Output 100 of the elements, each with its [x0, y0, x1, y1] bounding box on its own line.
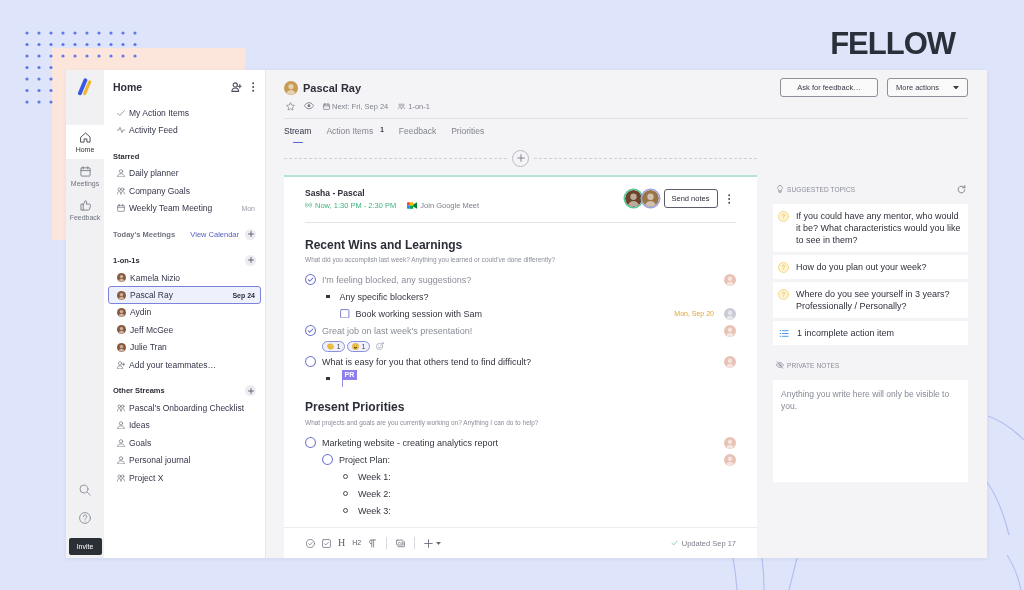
topic-checkbox[interactable]: [322, 454, 333, 465]
avatar-icon: [724, 273, 736, 286]
note-text: I'm feeling blocked, any suggestions?: [322, 274, 472, 285]
note-text: Week 2:: [358, 488, 391, 499]
sidebar-item[interactable]: Project X: [108, 468, 261, 487]
check-circle-icon[interactable]: [306, 538, 315, 548]
action-checkbox[interactable]: [340, 308, 350, 319]
kebab-menu-icon[interactable]: [251, 82, 254, 92]
sidebar-item[interactable]: Julie Tran: [108, 338, 261, 356]
person-name: Pascal Ray: [303, 81, 362, 94]
avatar-icon: [117, 290, 126, 300]
add-person-icon[interactable]: [230, 82, 242, 92]
add-button[interactable]: [245, 228, 256, 240]
calendar-icon: [79, 165, 91, 177]
star-icon[interactable]: [286, 101, 295, 111]
topic-checkbox[interactable]: [305, 437, 316, 448]
person-icon: [117, 421, 125, 430]
calendar-icon: [323, 102, 330, 110]
plus-icon: [247, 257, 254, 264]
note-text: Week 1:: [358, 471, 391, 482]
avatar-icon: [117, 273, 126, 283]
avatar-icon: [117, 342, 126, 352]
plus-icon: [247, 387, 254, 394]
sidebar-item[interactable]: Jeff McGee: [108, 321, 261, 339]
sidebar-item[interactable]: Activity Feed: [108, 121, 261, 139]
check-icon: [117, 108, 125, 117]
pulse-icon: [117, 126, 125, 135]
suggested-topic[interactable]: If you could have any mentor, who would it be? What characteristics would you like to see in them?: [773, 204, 968, 252]
section-title: Present Priorities: [305, 399, 406, 415]
question-icon: [778, 261, 789, 273]
add-person-icon: [117, 360, 125, 369]
sidebar-item[interactable]: Daily planner: [108, 164, 261, 183]
topic-checkbox[interactable]: [305, 274, 316, 285]
sidebar-item[interactable]: Ideas: [108, 416, 261, 435]
caret-icon: [436, 541, 442, 545]
help-icon[interactable]: [79, 512, 91, 524]
person-icon: [117, 169, 125, 178]
avatar-icon: [724, 436, 736, 449]
plus-icon: [516, 154, 525, 162]
refresh-icon[interactable]: [957, 184, 966, 194]
logo-icon[interactable]: [77, 78, 93, 96]
sidebar-item[interactable]: Kamela Nizio: [108, 268, 261, 287]
people-icon: [397, 102, 407, 110]
broadcast-icon: [305, 202, 312, 208]
note-text: Week 3:: [358, 505, 391, 516]
search-icon[interactable]: [79, 484, 91, 496]
suggested-topic[interactable]: 1 incomplete action item: [773, 321, 968, 345]
insert-button[interactable]: [424, 538, 442, 548]
avatar-icon: [724, 307, 736, 320]
sidebar-item[interactable]: Personal journal: [108, 451, 261, 469]
pilcrow-icon[interactable]: [368, 538, 378, 548]
bullet-icon: [326, 376, 330, 381]
topic-checkbox[interactable]: [305, 356, 316, 367]
clapping-hands-icon: [326, 342, 334, 350]
sidebar-item[interactable]: Company Goals: [108, 182, 261, 200]
add-button[interactable]: [245, 254, 256, 266]
avatar-icon: [724, 355, 736, 368]
sidebar-item[interactable]: Aydin: [108, 303, 261, 322]
private-notes-field[interactable]: Anything you write here will only be visible to you.: [773, 380, 968, 482]
topic-checkbox[interactable]: [305, 325, 316, 336]
note-text: Project Plan:: [339, 454, 391, 465]
tab[interactable]: Feedback: [398, 119, 437, 145]
avatar-icon: [724, 324, 736, 337]
question-icon: [778, 288, 789, 300]
image-icon[interactable]: [396, 538, 406, 548]
video-camera-icon: [407, 201, 418, 209]
sidebar-item[interactable]: Pascal's Onboarding Checklist: [108, 399, 261, 417]
person-icon: [117, 456, 125, 465]
avatar-icon: [117, 307, 126, 317]
sidebar-item[interactable]: Goals: [108, 434, 261, 452]
calendar-icon: [117, 204, 125, 213]
note-text: Book working session with Sam: [355, 308, 483, 319]
person-icon: [117, 438, 125, 447]
sidebar-item[interactable]: Add your teammates…: [108, 355, 261, 374]
thumbs-up-icon: [79, 199, 91, 211]
eye-icon[interactable]: [304, 102, 314, 110]
add-reaction-icon[interactable]: [376, 342, 384, 350]
avatar-icon: [624, 190, 642, 207]
kebab-menu-icon[interactable]: [727, 193, 730, 204]
note-text: Marketing website - creating analytics report: [322, 437, 499, 448]
people-icon: [117, 404, 125, 412]
arc-lines-drawing: [732, 558, 798, 590]
note-text: What is easy for you that others tend to find difficult?: [322, 356, 531, 367]
caret-icon: [953, 85, 959, 90]
tab[interactable]: Stream: [284, 119, 312, 145]
home-icon: [79, 131, 91, 143]
tab[interactable]: Priorities: [451, 119, 485, 145]
sidebar-item[interactable]: My Action Items: [108, 104, 261, 122]
checkbox-icon[interactable]: [322, 538, 331, 548]
suggested-topic[interactable]: How do you plan out your week?: [773, 255, 968, 279]
avatar-icon: [724, 453, 736, 466]
laughing-face-icon: [351, 342, 359, 350]
brand-wordmark: FELLOW: [830, 27, 955, 61]
sidebar-title: Home: [113, 81, 144, 93]
add-button[interactable]: [245, 385, 256, 397]
check-icon: [670, 540, 678, 546]
meeting-title: Sasha - Pascal: [305, 187, 366, 198]
heading-button[interactable]: H: [338, 538, 346, 548]
list-icon: [779, 328, 789, 338]
suggested-topic[interactable]: Where do you see yourself in 3 years? Professionally / Personally?: [773, 282, 968, 318]
